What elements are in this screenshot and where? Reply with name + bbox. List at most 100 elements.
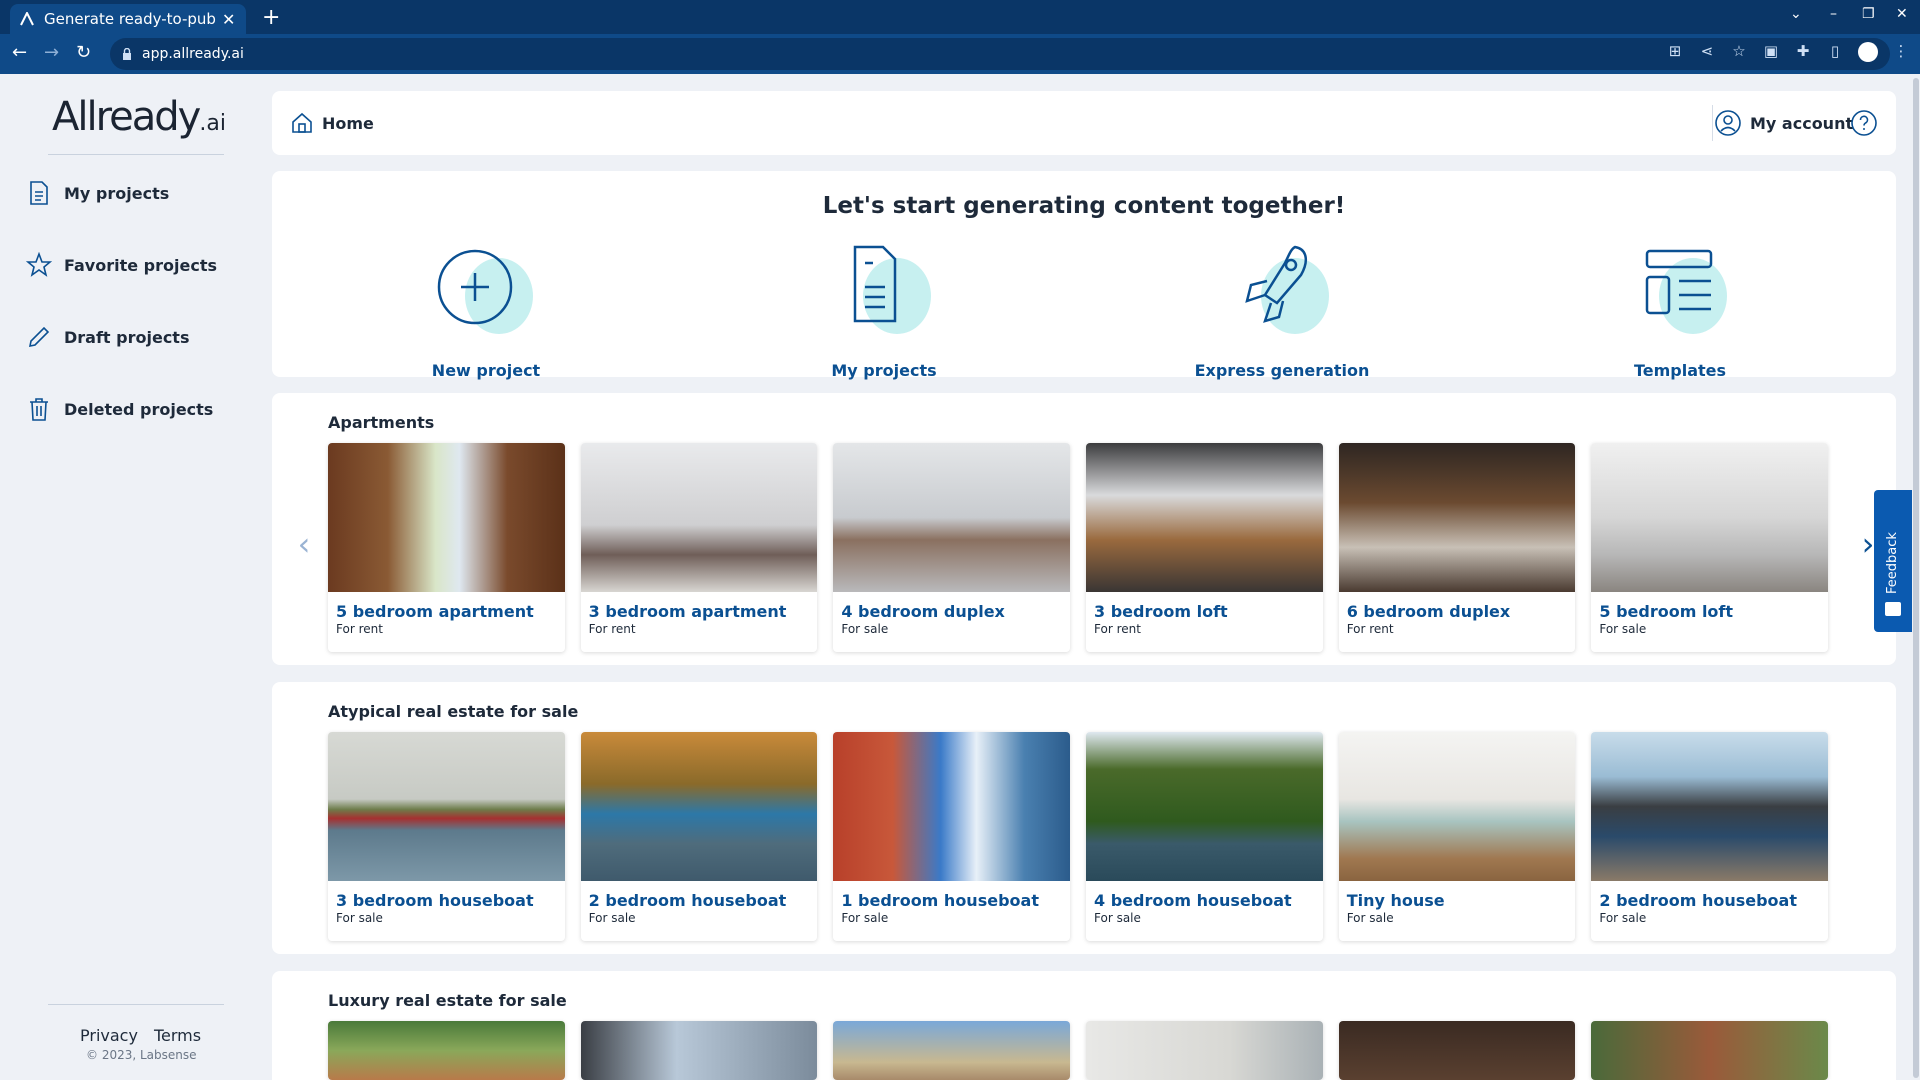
section-title: Luxury real estate for sale xyxy=(328,991,567,1010)
project-card[interactable]: 2 bedroom houseboat For sale xyxy=(1591,732,1829,941)
card-image xyxy=(1338,443,1576,592)
back-icon[interactable]: ← xyxy=(12,42,27,63)
new-tab-button[interactable]: + xyxy=(262,5,280,30)
feedback-tab[interactable]: Feedback xyxy=(1874,490,1912,632)
section-apartments: Apartments ‹ 5 bedroom apartment For ren… xyxy=(272,393,1896,665)
card-title: 4 bedroom duplex xyxy=(841,602,1005,621)
logo-suffix: .ai xyxy=(199,111,226,136)
translate-icon[interactable]: ⊞ xyxy=(1666,42,1684,60)
section-title: Apartments xyxy=(328,413,435,432)
card-title: Tiny house xyxy=(1346,891,1445,910)
sidepanel-icon[interactable]: ▯ xyxy=(1826,42,1844,60)
project-card[interactable]: 6 bedroom duplex For rent xyxy=(1338,443,1576,652)
sidebar-item-label: My projects xyxy=(64,183,170,203)
project-card[interactable]: 4 bedroom duplex For sale xyxy=(833,443,1071,652)
card-image xyxy=(833,732,1071,881)
close-window-icon[interactable]: ✕ xyxy=(1896,6,1908,22)
card-carousel xyxy=(328,1021,1829,1080)
sidebar-item-favorite-projects[interactable]: Favorite projects xyxy=(26,252,217,278)
profile-avatar[interactable] xyxy=(1858,42,1878,62)
card-subtitle: For sale xyxy=(1599,911,1647,925)
new-project-button[interactable]: New project xyxy=(366,241,606,380)
help-icon[interactable] xyxy=(1850,109,1878,137)
forward-icon[interactable]: → xyxy=(44,42,59,63)
my-projects-button[interactable]: My projects xyxy=(764,241,1004,380)
project-card[interactable]: 5 bedroom apartment For rent xyxy=(328,443,565,652)
app-logo[interactable]: Allready.ai xyxy=(52,94,226,140)
project-card[interactable]: 4 bedroom houseboat For sale xyxy=(1086,732,1323,941)
project-card[interactable] xyxy=(1338,1021,1576,1080)
divider xyxy=(48,154,224,155)
card-title: 2 bedroom houseboat xyxy=(1599,891,1797,910)
breadcrumb-label: Home xyxy=(322,113,374,133)
close-tab-icon[interactable]: ✕ xyxy=(222,10,235,29)
breadcrumb-home[interactable]: Home xyxy=(290,111,374,135)
project-card[interactable]: 5 bedroom loft For sale xyxy=(1591,443,1829,652)
card-image xyxy=(1086,443,1323,592)
plus-circle-icon xyxy=(437,249,533,334)
section-title: Atypical real estate for sale xyxy=(328,702,579,721)
scrollbar-thumb[interactable] xyxy=(1913,78,1919,1078)
card-image xyxy=(1591,443,1829,592)
card-carousel: 3 bedroom houseboat For sale 2 bedroom h… xyxy=(328,732,1829,942)
card-image xyxy=(1591,1021,1829,1080)
card-subtitle: For sale xyxy=(1346,911,1394,925)
sidebar-item-draft-projects[interactable]: Draft projects xyxy=(26,324,189,350)
menu-dots-icon[interactable]: ⋮ xyxy=(1892,42,1910,60)
logo-text: Allready xyxy=(52,94,201,140)
terms-link[interactable]: Terms xyxy=(154,1026,201,1045)
card-title: 4 bedroom houseboat xyxy=(1094,891,1292,910)
templates-button[interactable]: Templates xyxy=(1560,241,1800,380)
card-title: 3 bedroom apartment xyxy=(588,602,787,621)
card-title: 3 bedroom houseboat xyxy=(336,891,534,910)
copyright: © 2023, Labsense xyxy=(86,1048,197,1062)
action-label: My projects xyxy=(831,361,937,380)
card-subtitle: For sale xyxy=(841,622,889,636)
my-account-button[interactable]: My account xyxy=(1714,109,1853,137)
project-card[interactable] xyxy=(833,1021,1071,1080)
bookmark-star-icon[interactable]: ☆ xyxy=(1730,42,1748,60)
url-field[interactable]: app.allready.ai xyxy=(110,38,1890,70)
carousel-prev-icon[interactable]: ‹ xyxy=(292,528,316,560)
privacy-link[interactable]: Privacy xyxy=(80,1026,138,1045)
browser-chrome: Generate ready-to-publish ✕ + ⌄ – ❐ ✕ ← … xyxy=(0,0,1920,74)
project-card[interactable]: 3 bedroom apartment For rent xyxy=(580,443,818,652)
project-card[interactable]: 3 bedroom loft For rent xyxy=(1086,443,1323,652)
puzzle-icon[interactable]: ✚ xyxy=(1794,42,1812,60)
tab-list-icon[interactable]: ⌄ xyxy=(1790,6,1802,22)
tab-bar: Generate ready-to-publish ✕ + ⌄ – ❐ ✕ xyxy=(0,0,1920,34)
project-card[interactable] xyxy=(1086,1021,1323,1080)
document-icon xyxy=(30,181,48,205)
project-card[interactable] xyxy=(580,1021,818,1080)
sidebar-item-my-projects[interactable]: My projects xyxy=(26,180,169,206)
project-card[interactable] xyxy=(328,1021,565,1080)
card-title: 2 bedroom houseboat xyxy=(588,891,787,910)
project-card[interactable]: 1 bedroom houseboat For sale xyxy=(833,732,1071,941)
extension-green-icon[interactable]: ▣ xyxy=(1762,42,1780,60)
project-card[interactable]: 3 bedroom houseboat For sale xyxy=(328,732,565,941)
browser-tab[interactable]: Generate ready-to-publish ✕ xyxy=(10,4,246,34)
card-subtitle: For sale xyxy=(588,911,636,925)
card-image xyxy=(1591,732,1829,881)
hero-title: Let's start generating content together! xyxy=(822,193,1346,219)
card-image xyxy=(833,443,1071,592)
express-generation-button[interactable]: Express generation xyxy=(1162,241,1402,380)
card-subtitle: For rent xyxy=(588,622,636,636)
sidebar-item-label: Favorite projects xyxy=(64,255,217,275)
home-icon xyxy=(292,112,312,133)
restore-icon[interactable]: ❐ xyxy=(1862,6,1875,22)
action-label: Express generation xyxy=(1194,361,1370,380)
project-card[interactable]: Tiny house For sale xyxy=(1338,732,1576,941)
reload-icon[interactable]: ↻ xyxy=(76,42,91,63)
project-card[interactable] xyxy=(1591,1021,1829,1080)
sidebar-item-deleted-projects[interactable]: Deleted projects xyxy=(26,396,213,422)
card-image xyxy=(1338,1021,1576,1080)
project-card[interactable]: 2 bedroom houseboat For sale xyxy=(580,732,818,941)
minimize-icon[interactable]: – xyxy=(1830,6,1837,22)
account-label: My account xyxy=(1750,113,1854,133)
section-atypical: Atypical real estate for sale 3 bedroom … xyxy=(272,682,1896,954)
divider xyxy=(1712,105,1713,141)
allready-logo-icon xyxy=(20,12,34,26)
card-image xyxy=(580,732,818,881)
share-icon[interactable]: ⋖ xyxy=(1698,42,1716,60)
